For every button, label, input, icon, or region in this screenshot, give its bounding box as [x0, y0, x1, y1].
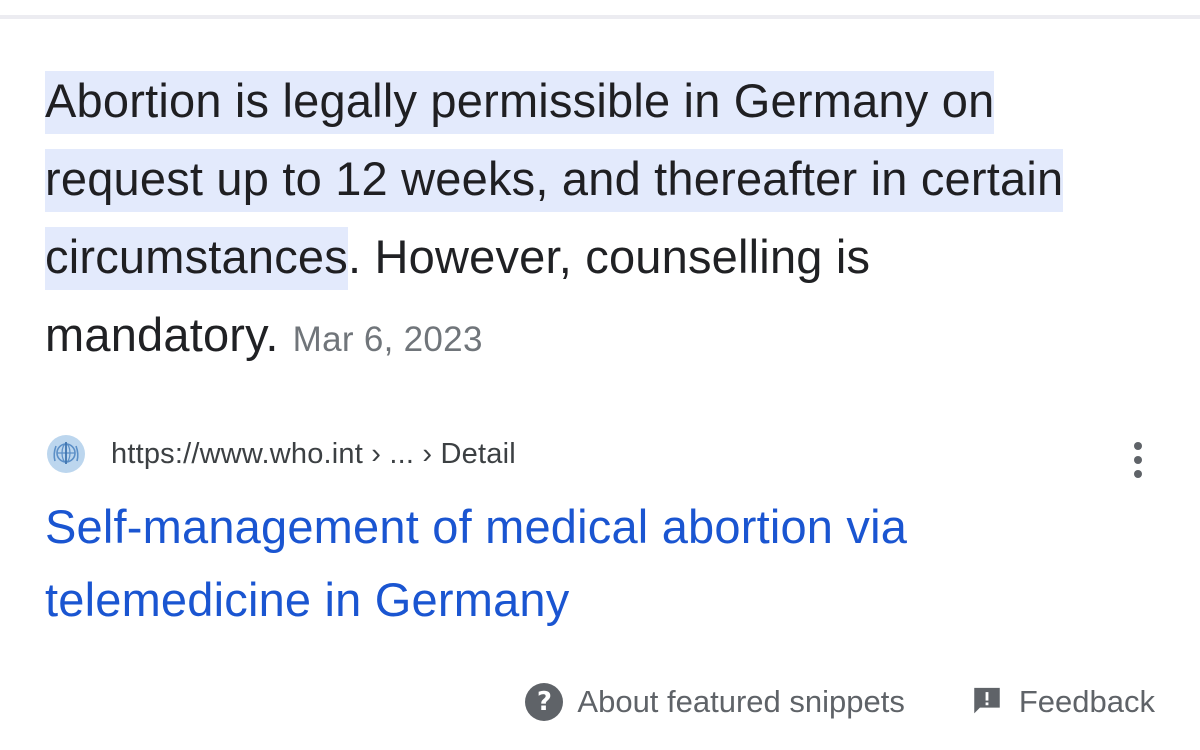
feedback-flag-icon	[969, 683, 1005, 721]
dot	[1134, 470, 1142, 478]
feedback-label: Feedback	[1018, 684, 1155, 719]
result-title-link[interactable]: Self-management of medical abortion via …	[45, 490, 1165, 636]
featured-snippet-text: Abortion is legally permissible in Germa…	[45, 62, 1165, 379]
top-divider	[0, 15, 1200, 19]
question-circle-icon: ?	[525, 683, 564, 721]
about-featured-snippets-link[interactable]: ? About featured snippets	[525, 683, 905, 721]
dot	[1134, 456, 1142, 464]
source-row[interactable]: https://www.who.int › ... › Detail	[45, 430, 516, 478]
vertical-dots-icon[interactable]	[1120, 432, 1156, 488]
snippet-date: Mar 6, 2023	[292, 320, 483, 359]
feedback-link[interactable]: Feedback	[969, 683, 1155, 721]
about-featured-snippets-label: About featured snippets	[577, 684, 905, 719]
dot	[1134, 442, 1142, 450]
source-url[interactable]: https://www.who.int › ... › Detail	[111, 438, 516, 471]
who-globe-icon	[45, 433, 87, 475]
snippet-footer: ? About featured snippets Feedback	[525, 680, 1155, 724]
